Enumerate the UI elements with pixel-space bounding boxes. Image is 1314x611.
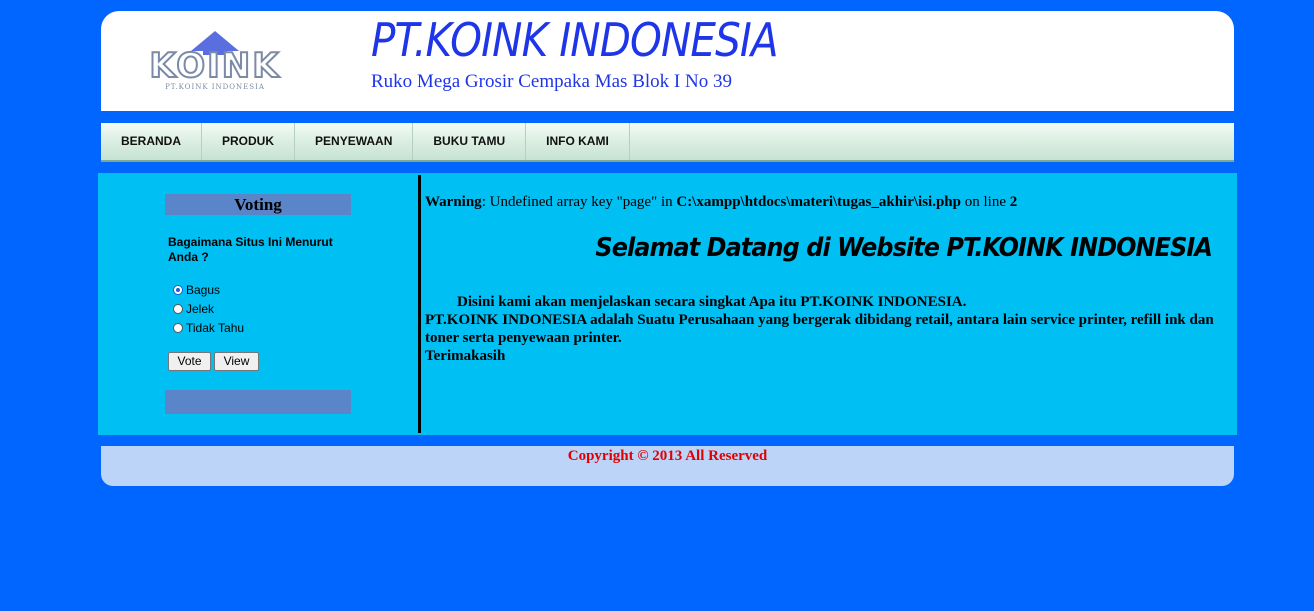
intro-line: Disini kami akan menjelaskan secara sing… [457,294,967,310]
koink-logo: KOINK PT.KOINK INDONESIA [148,31,280,91]
php-warning: Warning: Undefined array key "page" in C… [425,194,1017,211]
vote-option-label: Bagus [186,283,221,297]
vote-option-jelek[interactable]: Jelek [173,301,214,317]
site-address: Ruko Mega Grosir Cempaka Mas Blok I No 3… [371,71,732,92]
closing-text: Terimakasih [425,348,506,364]
voting-sidebar: Voting Bagaimana Situs Ini Menurut Anda … [98,173,418,435]
warning-file: C:\xampp\htdocs\materi\tugas_akhir\isi.p… [676,194,961,210]
nav-item-produk[interactable]: PRODUK [202,123,296,160]
intro-text: Disini kami akan menjelaskan secara sing… [425,293,1220,365]
radio-bagus[interactable] [173,285,183,295]
nav-item-penyewaan[interactable]: PENYEWAAN [295,123,414,160]
voting-title: Voting [165,194,351,215]
copyright-text: Copyright © 2013 All Reserved [567,448,768,464]
site-header: KOINK PT.KOINK INDONESIA PT.KOINK INDONE… [101,11,1234,111]
warning-line: 2 [1009,194,1018,210]
vote-button[interactable]: Vote [168,352,211,371]
svg-text:KOINK: KOINK [149,46,280,86]
site-title: PT.KOINK INDONESIA [371,13,779,67]
warning-text: : Undefined array key "page" in [481,194,677,210]
content-divider [418,175,421,433]
main-nav: BERANDA PRODUK PENYEWAAN BUKU TAMU INFO … [101,123,1234,162]
vote-option-label: Tidak Tahu [186,321,245,335]
view-button[interactable]: View [214,352,259,371]
warning-online: on line [961,194,1010,210]
voting-footer-bar [165,390,351,414]
warning-label: Warning [425,194,482,210]
radio-jelek[interactable] [173,304,183,314]
voting-question: Bagaimana Situs Ini Menurut Anda ? [168,235,333,264]
radio-tidak-tahu[interactable] [173,323,183,333]
vote-option-label: Jelek [186,302,215,316]
vote-option-tidak-tahu[interactable]: Tidak Tahu [173,320,244,336]
content-area: Voting Bagaimana Situs Ini Menurut Anda … [98,173,1237,435]
company-description: PT.KOINK INDONESIA adalah Suatu Perusaha… [425,312,1214,346]
nav-item-buku-tamu[interactable]: BUKU TAMU [413,123,527,160]
nav-item-beranda[interactable]: BERANDA [101,123,202,160]
svg-text:PT.KOINK INDONESIA: PT.KOINK INDONESIA [165,83,265,91]
site-footer: Copyright © 2013 All Reserved [101,446,1234,486]
vote-option-bagus[interactable]: Bagus [173,282,220,298]
nav-item-info-kami[interactable]: INFO KAMI [526,123,630,160]
welcome-heading: Selamat Datang di Website PT.KOINK INDON… [595,233,1212,263]
